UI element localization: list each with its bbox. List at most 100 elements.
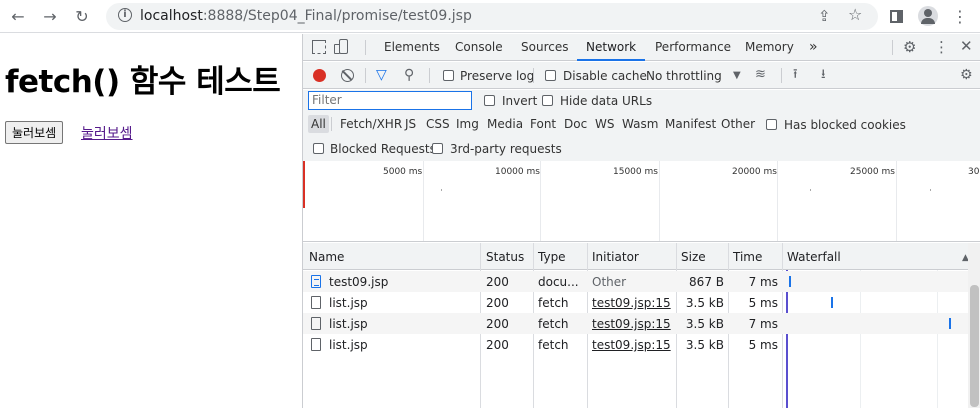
reload-icon[interactable]: ↻ <box>72 6 92 26</box>
column-type[interactable]: Type <box>538 250 566 264</box>
type-filter-wasm[interactable]: Wasm <box>619 115 661 133</box>
column-status[interactable]: Status <box>486 250 524 264</box>
overview-tick: 20000 ms <box>732 167 777 177</box>
export-har-icon[interactable]: ⭳ <box>821 68 826 82</box>
site-info-icon[interactable]: i <box>118 8 132 22</box>
type-filter-css[interactable]: CSS <box>423 115 453 133</box>
bookmark-star-icon[interactable]: ☆ <box>848 5 862 24</box>
type-filter-all[interactable]: All <box>308 115 329 133</box>
network-settings-gear-icon[interactable]: ⚙ <box>960 68 973 82</box>
table-row[interactable]: list.jsp 200 fetch test09.jsp:15 3.5 kB … <box>303 313 968 334</box>
row-initiator-link[interactable]: test09.jsp:15 <box>592 296 671 310</box>
chevron-down-icon[interactable]: ▼ <box>733 69 741 83</box>
column-time[interactable]: Time <box>733 250 762 264</box>
network-toolbar: ▽ ⚲ Preserve log Disable cache No thrott… <box>303 62 980 89</box>
row-type: fetch <box>538 296 569 310</box>
overview-tick: 30 <box>968 167 980 177</box>
tab-sources[interactable]: Sources <box>521 34 568 61</box>
more-tabs-icon[interactable]: » <box>809 34 818 61</box>
column-initiator[interactable]: Initiator <box>592 250 639 264</box>
type-filter-font[interactable]: Font <box>527 115 559 133</box>
row-time: 7 ms <box>748 275 778 289</box>
table-row[interactable]: list.jsp 200 fetch test09.jsp:15 3.5 kB … <box>303 292 968 313</box>
disable-cache-label: Disable cache <box>563 69 647 83</box>
type-filter-manifest[interactable]: Manifest <box>662 115 719 133</box>
tab-console[interactable]: Console <box>455 34 503 61</box>
address-bar[interactable]: i localhost:8888/Step04_Final/promise/te… <box>106 3 878 30</box>
side-panel-icon[interactable] <box>886 6 906 26</box>
page-heading: fetch() 함수 테스트 <box>5 64 281 100</box>
row-type: docu... <box>538 275 579 289</box>
inspect-element-icon[interactable] <box>312 40 326 54</box>
type-filter-js[interactable]: JS <box>402 115 419 133</box>
column-name[interactable]: Name <box>309 250 344 264</box>
row-initiator: Other <box>592 275 627 289</box>
disable-cache-checkbox[interactable] <box>545 70 556 81</box>
invert-label: Invert <box>502 94 538 108</box>
search-icon[interactable]: ⚲ <box>404 68 414 82</box>
waterfall-bar <box>789 276 791 287</box>
type-filter-other[interactable]: Other <box>718 115 758 133</box>
network-overview[interactable]: 5000 ms 10000 ms 15000 ms 20000 ms 25000… <box>303 161 980 242</box>
preserve-log-checkbox[interactable] <box>443 70 454 81</box>
device-toolbar-icon-small <box>334 44 340 54</box>
has-blocked-cookies-checkbox[interactable] <box>766 119 777 130</box>
row-name: list.jsp <box>329 317 368 331</box>
devtools-panel: Elements Console Sources Network Perform… <box>302 34 980 408</box>
column-size[interactable]: Size <box>681 250 706 264</box>
table-row[interactable]: test09.jsp 200 docu... Other 867 B 7 ms <box>303 271 968 292</box>
network-conditions-icon[interactable]: ≋ <box>755 68 766 82</box>
type-filter-doc[interactable]: Doc <box>561 115 590 133</box>
hide-data-urls-checkbox[interactable] <box>542 95 553 106</box>
row-initiator-link[interactable]: test09.jsp:15 <box>592 338 671 352</box>
type-filter-img[interactable]: Img <box>453 115 482 133</box>
row-size: 3.5 kB <box>685 317 724 331</box>
tab-network[interactable]: Network <box>577 34 646 61</box>
row-status: 200 <box>486 317 509 331</box>
throttling-select[interactable]: No throttling <box>646 69 722 83</box>
third-party-checkbox[interactable] <box>432 143 443 154</box>
click-link[interactable]: 눌러보셈 <box>81 123 133 143</box>
devtools-menu-icon[interactable]: ⋮ <box>934 40 949 55</box>
filter-input[interactable]: Filter <box>308 91 472 110</box>
tab-memory[interactable]: Memory <box>745 34 794 61</box>
scrollbar-thumb[interactable] <box>970 285 979 407</box>
row-name: list.jsp <box>329 338 368 352</box>
browser-toolbar: ← → ↻ i localhost:8888/Step04_Final/prom… <box>0 0 980 33</box>
forward-icon[interactable]: → <box>40 6 60 26</box>
import-har-icon[interactable]: ⭱ <box>793 68 798 82</box>
table-row[interactable]: list.jsp 200 fetch test09.jsp:15 3.5 kB … <box>303 334 968 355</box>
type-filter-fetch-xhr[interactable]: Fetch/XHR <box>337 115 405 133</box>
tab-performance[interactable]: Performance <box>655 34 731 61</box>
table-scrollbar[interactable] <box>968 243 980 408</box>
click-button[interactable]: 눌러보셈 <box>5 121 64 144</box>
tab-elements[interactable]: Elements <box>384 34 440 61</box>
record-icon[interactable] <box>313 69 326 82</box>
row-time: 5 ms <box>748 338 778 352</box>
invert-checkbox[interactable] <box>484 95 495 106</box>
row-initiator-link[interactable]: test09.jsp:15 <box>592 317 671 331</box>
row-type: fetch <box>538 317 569 331</box>
menu-kebab-icon[interactable]: ⋮ <box>950 6 970 26</box>
back-icon[interactable]: ← <box>8 6 28 26</box>
settings-gear-icon[interactable]: ⚙ <box>903 40 916 55</box>
clear-icon[interactable] <box>341 69 354 82</box>
filter-icon[interactable]: ▽ <box>376 68 387 82</box>
profile-avatar-icon[interactable] <box>918 6 938 26</box>
type-filter-media[interactable]: Media <box>484 115 526 133</box>
type-filter-ws[interactable]: WS <box>592 115 617 133</box>
hide-data-urls-label: Hide data URLs <box>560 94 653 108</box>
column-waterfall[interactable]: Waterfall <box>787 250 841 264</box>
row-status: 200 <box>486 275 509 289</box>
device-toolbar-icon[interactable] <box>339 39 348 54</box>
row-name: test09.jsp <box>329 275 389 289</box>
row-type: fetch <box>538 338 569 352</box>
close-icon[interactable]: ✕ <box>960 39 973 54</box>
share-icon[interactable]: ⇪ <box>818 7 831 25</box>
has-blocked-cookies-label: Has blocked cookies <box>784 118 906 132</box>
overview-tick: 10000 ms <box>495 167 540 177</box>
row-status: 200 <box>486 338 509 352</box>
blocked-requests-checkbox[interactable] <box>313 143 324 154</box>
row-time: 7 ms <box>748 317 778 331</box>
blocked-requests-label: Blocked Requests <box>330 142 436 156</box>
